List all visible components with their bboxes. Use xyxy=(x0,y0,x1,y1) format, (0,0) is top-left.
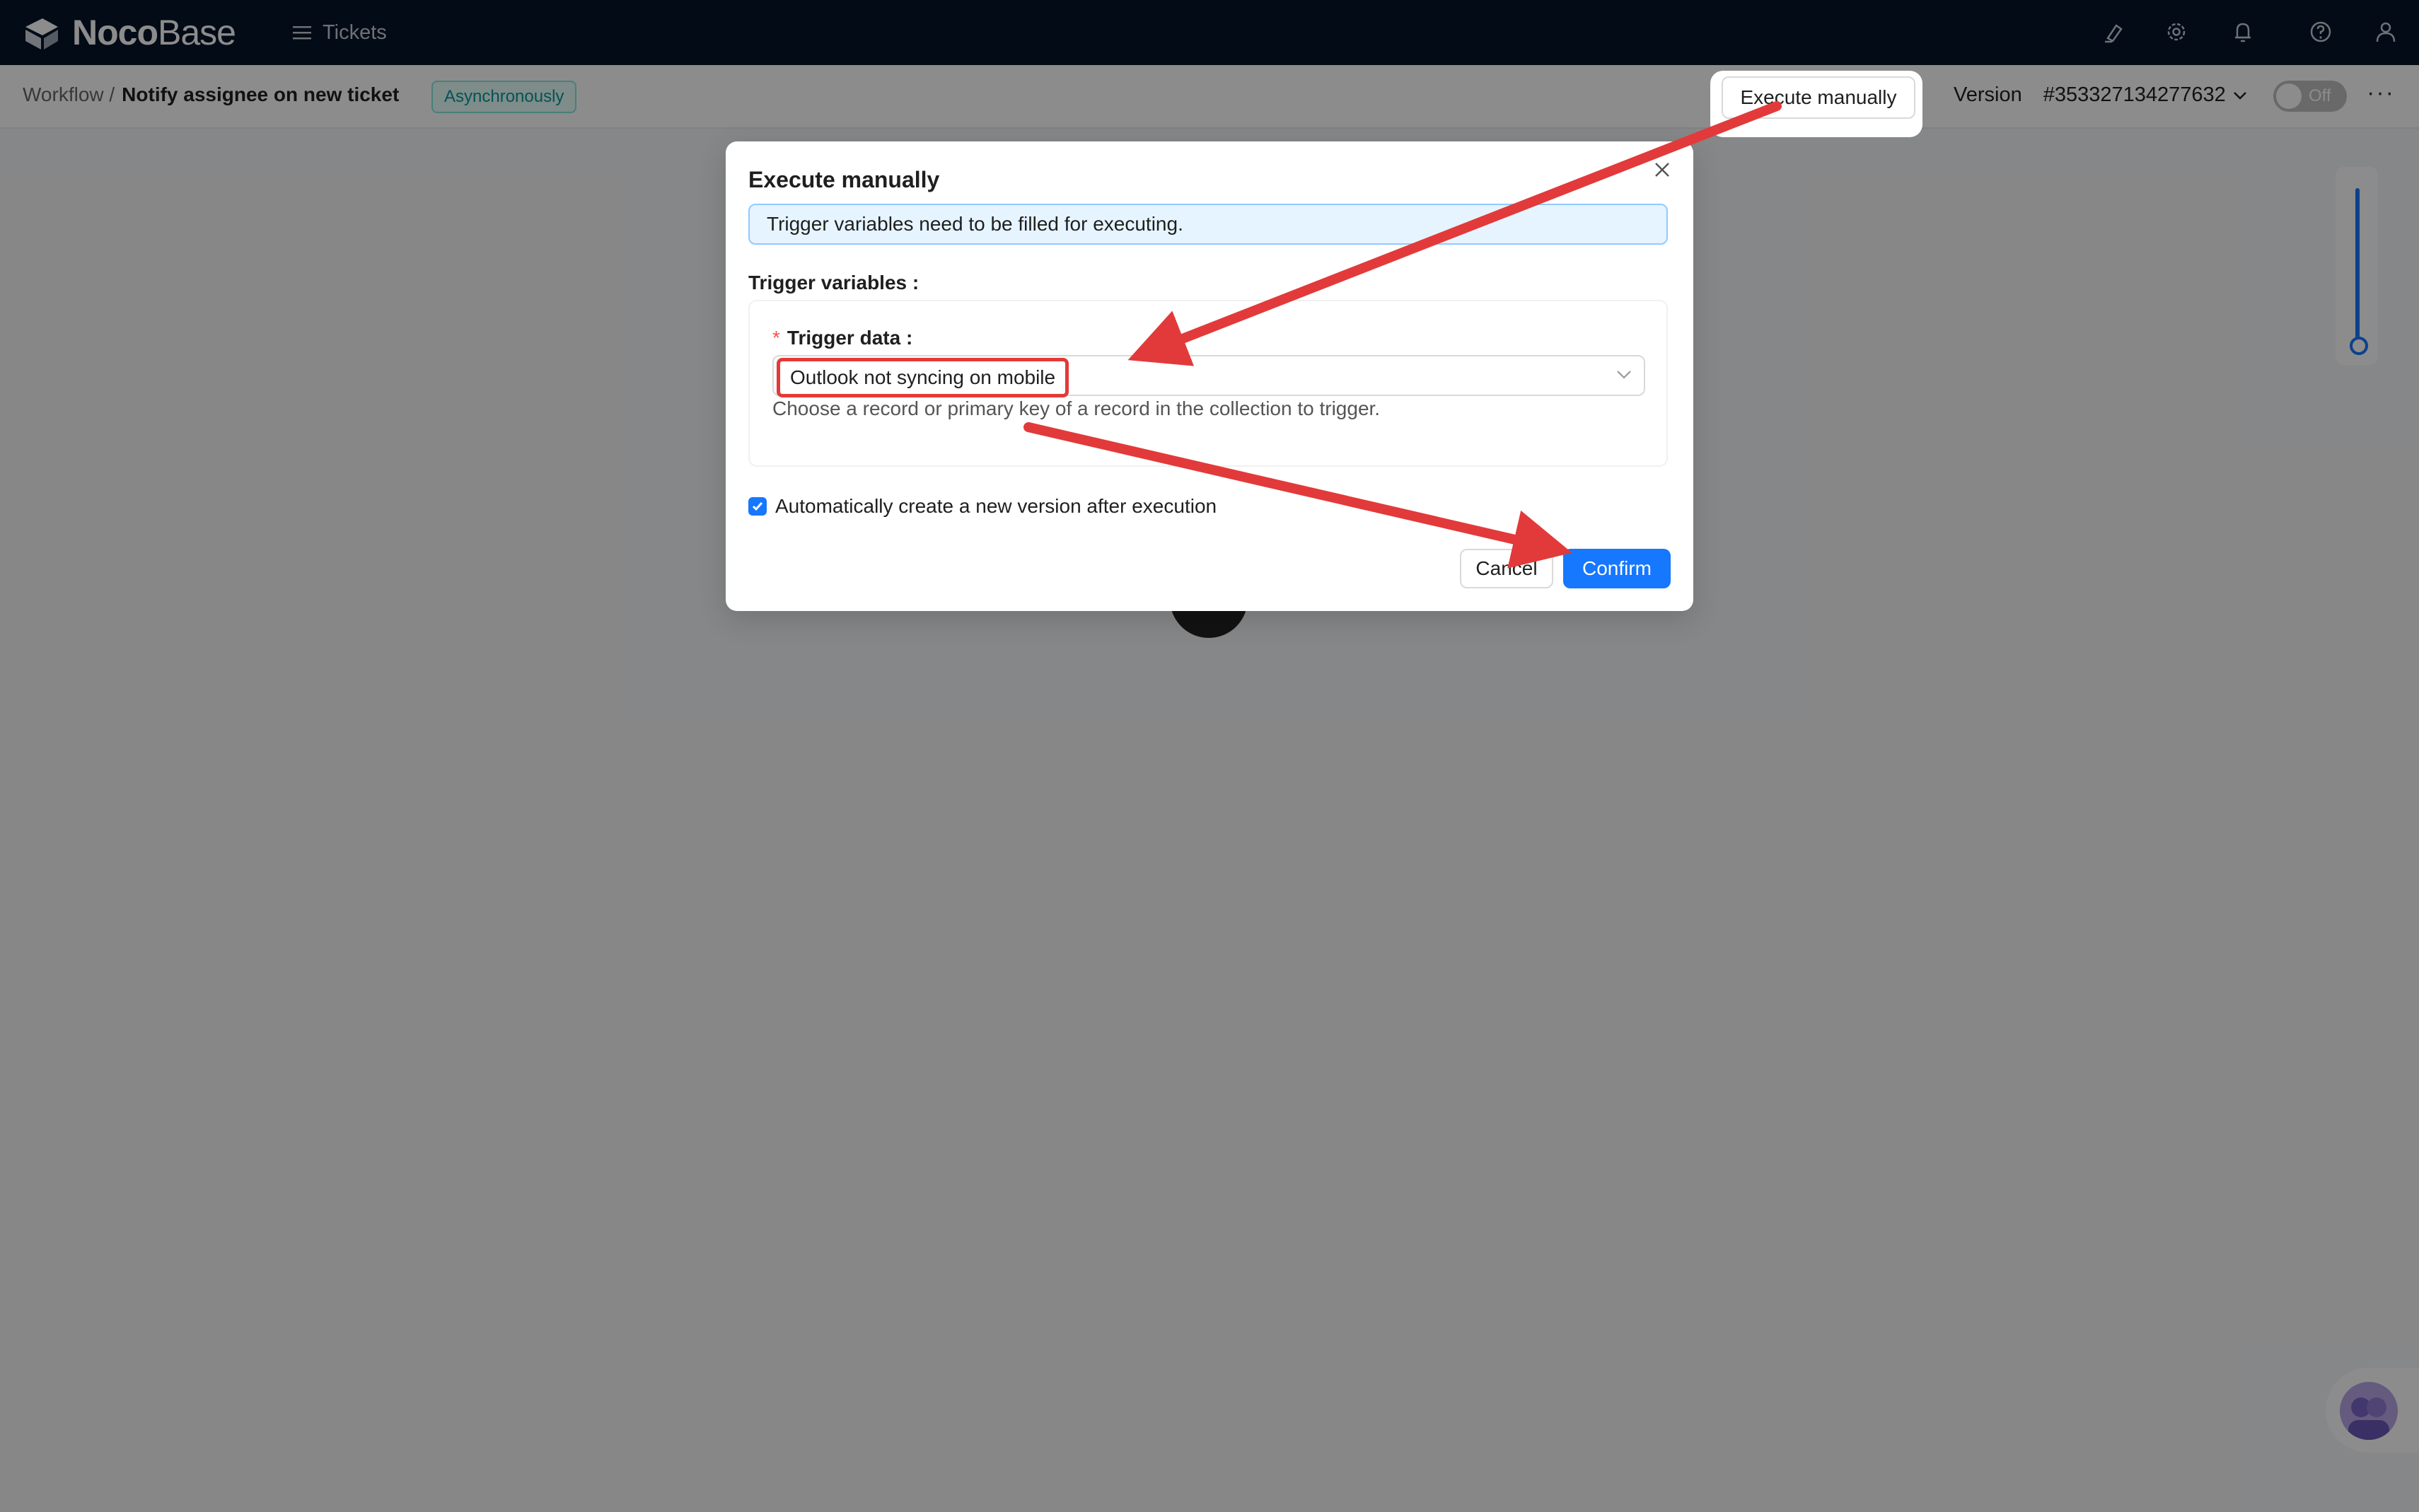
required-mark: * xyxy=(772,327,780,349)
execute-manually-dialog: Execute manually Trigger variables need … xyxy=(726,141,1693,611)
chevron-down-icon xyxy=(1617,371,1631,379)
execute-button-highlight: Execute manually xyxy=(1710,71,1922,137)
trigger-data-label-text: Trigger data : xyxy=(787,327,913,349)
execute-manually-button[interactable]: Execute manually xyxy=(1722,76,1915,119)
check-icon xyxy=(752,502,763,511)
dialog-title: Execute manually xyxy=(748,167,940,192)
trigger-data-help: Choose a record or primary key of a reco… xyxy=(772,397,1381,419)
trigger-data-select[interactable]: Outlook not syncing on mobile xyxy=(772,355,1645,397)
trigger-variables-card: * Trigger data : Outlook not syncing on m… xyxy=(748,300,1668,467)
info-alert: Trigger variables need to be filled for … xyxy=(748,204,1668,245)
trigger-data-selected-value: Outlook not syncing on mobile xyxy=(777,358,1069,397)
close-icon[interactable] xyxy=(1649,157,1675,182)
auto-version-label: Automatically create a new version after… xyxy=(775,495,1217,517)
confirm-button[interactable]: Confirm xyxy=(1563,549,1671,588)
cancel-button[interactable]: Cancel xyxy=(1460,549,1553,588)
auto-version-checkbox-row[interactable]: Automatically create a new version after… xyxy=(748,495,1217,518)
trigger-data-label: * Trigger data : xyxy=(772,327,912,349)
auto-version-checkbox[interactable] xyxy=(748,497,767,516)
trigger-variables-label: Trigger variables : xyxy=(748,272,920,293)
